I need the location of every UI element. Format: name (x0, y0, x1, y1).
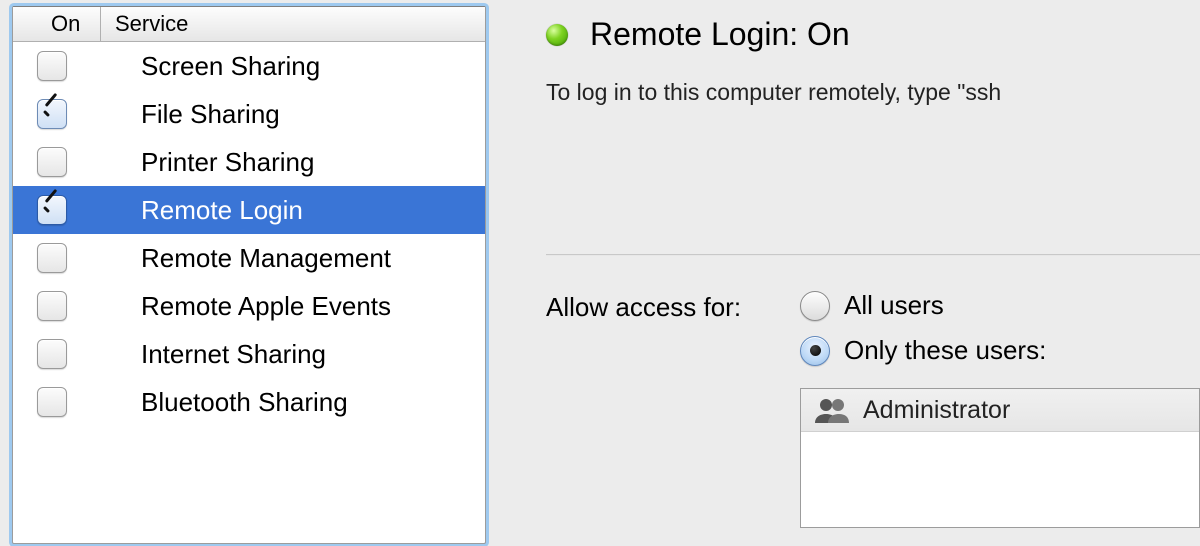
radio-label: Only these users: (844, 335, 1046, 366)
checkbox-bluetooth-sharing[interactable] (37, 387, 67, 417)
service-row-file-sharing[interactable]: File Sharing (13, 90, 485, 138)
checkbox-printer-sharing[interactable] (37, 147, 67, 177)
radio-all-users[interactable] (800, 291, 830, 321)
checkbox-remote-apple-events[interactable] (37, 291, 67, 321)
checkbox-remote-login[interactable] (37, 195, 67, 225)
service-label: Remote Management (141, 243, 391, 274)
divider (546, 254, 1200, 256)
service-row-remote-apple-events[interactable]: Remote Apple Events (13, 282, 485, 330)
radio-label: All users (844, 290, 944, 321)
user-row-label: Administrator (863, 396, 1010, 425)
checkbox-screen-sharing[interactable] (37, 51, 67, 81)
status-led-icon (546, 24, 568, 46)
service-label: Printer Sharing (141, 147, 314, 178)
service-label: Bluetooth Sharing (141, 387, 348, 418)
service-label: Remote Login (141, 195, 303, 226)
checkbox-internet-sharing[interactable] (37, 339, 67, 369)
service-row-internet-sharing[interactable]: Internet Sharing (13, 330, 485, 378)
login-instruction: To log in to this computer remotely, typ… (546, 79, 1200, 106)
status-row: Remote Login: On (546, 16, 1200, 53)
radio-option-all-users[interactable]: All users (800, 290, 1046, 321)
services-table: On Service Screen Sharing File Sharing P… (12, 6, 486, 544)
radio-option-only-these-users[interactable]: Only these users: (800, 335, 1046, 366)
column-header-service[interactable]: Service (101, 7, 188, 41)
service-label: Remote Apple Events (141, 291, 391, 322)
service-label: Internet Sharing (141, 339, 326, 370)
service-detail-panel: Remote Login: On To log in to this compu… (486, 0, 1200, 546)
user-row-administrators[interactable]: Administrator (801, 389, 1199, 432)
services-table-body: Screen Sharing File Sharing Printer Shar… (13, 42, 485, 543)
service-label: Screen Sharing (141, 51, 320, 82)
allowed-users-list[interactable]: Administrator (800, 388, 1200, 528)
column-header-on[interactable]: On (13, 7, 101, 41)
services-table-header: On Service (13, 7, 485, 42)
checkbox-file-sharing[interactable] (37, 99, 67, 129)
status-title: Remote Login: On (590, 16, 850, 53)
service-label: File Sharing (141, 99, 280, 130)
service-row-screen-sharing[interactable]: Screen Sharing (13, 42, 485, 90)
users-silhouette-icon (813, 397, 849, 423)
access-label: Allow access for: (546, 290, 776, 366)
service-row-remote-management[interactable]: Remote Management (13, 234, 485, 282)
checkbox-remote-management[interactable] (37, 243, 67, 273)
access-radio-group: All users Only these users: (800, 290, 1046, 366)
service-row-bluetooth-sharing[interactable]: Bluetooth Sharing (13, 378, 485, 426)
access-section: Allow access for: All users Only these u… (546, 290, 1200, 528)
radio-only-these-users[interactable] (800, 336, 830, 366)
service-row-printer-sharing[interactable]: Printer Sharing (13, 138, 485, 186)
service-row-remote-login[interactable]: Remote Login (13, 186, 485, 234)
